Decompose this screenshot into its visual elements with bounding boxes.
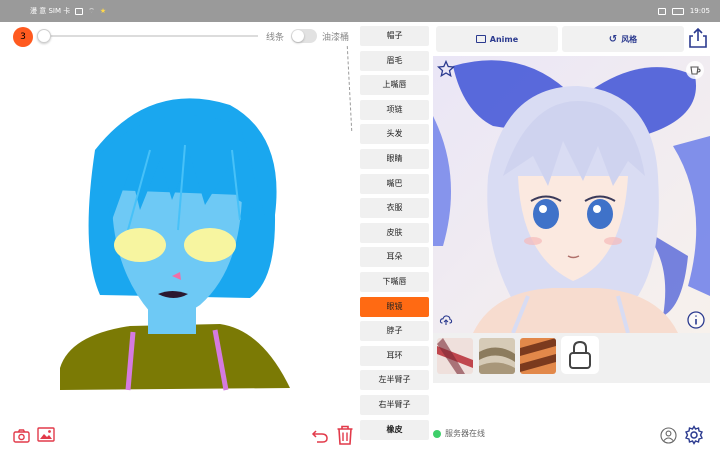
anime-result-image <box>433 56 710 333</box>
lock-icon <box>569 340 591 369</box>
style-button-label: 风格 <box>621 34 638 44</box>
notification-icon: ★ <box>99 7 107 15</box>
image-icon <box>37 427 55 442</box>
part-item-hat[interactable]: 帽子 <box>360 26 429 46</box>
share-button[interactable] <box>687 27 709 49</box>
vibrate-icon <box>657 7 666 15</box>
star-icon <box>436 59 456 78</box>
brush-size-button[interactable]: 3 <box>13 27 33 47</box>
part-item-upper-lip[interactable]: 上嘴唇 <box>360 75 429 96</box>
line-mode-label: 线条 <box>266 33 285 43</box>
share-icon <box>689 27 707 48</box>
bucket-mode-label: 油漆桶 <box>322 33 350 43</box>
anime-button[interactable]: Anime <box>436 26 558 52</box>
line-bucket-toggle[interactable] <box>291 29 317 43</box>
sim-icon <box>75 7 84 15</box>
upload-button[interactable] <box>439 312 453 326</box>
sketch-drawing <box>60 98 290 391</box>
trash-icon <box>337 425 353 445</box>
style-thumbnail-2[interactable] <box>479 338 515 374</box>
undo-icon <box>311 430 328 443</box>
part-item-eyebrows[interactable]: 眉毛 <box>360 50 429 71</box>
camera-icon <box>13 429 30 443</box>
refresh-icon: ↺ <box>608 33 618 45</box>
server-status-text: 服务器在线 <box>445 429 485 438</box>
undo-button[interactable] <box>311 426 329 448</box>
cup-icon <box>690 66 701 75</box>
part-item-necklace[interactable]: 项链 <box>360 99 429 120</box>
status-carrier-text: 漫 意 SIM 卡 <box>30 7 71 15</box>
anime-button-label: Anime <box>489 34 519 44</box>
background-toggle-button[interactable] <box>686 61 704 79</box>
part-item-eraser[interactable]: 橡皮 <box>360 419 429 440</box>
cloud-upload-icon <box>439 315 453 325</box>
wifi-icon: ⌔ <box>88 6 95 15</box>
status-bar: 漫 意 SIM 卡 ⌔ ★ 19:05 <box>0 0 720 22</box>
mail-icon <box>475 35 486 43</box>
part-item-glasses[interactable]: 眼镜 <box>360 296 429 317</box>
style-thumbnail-3[interactable] <box>520 338 556 374</box>
info-button[interactable] <box>686 310 706 330</box>
server-status: 服务器在线 <box>433 428 485 439</box>
anime-portrait <box>433 56 710 333</box>
part-item-mouth[interactable]: 嘴巴 <box>360 173 429 194</box>
part-item-earrings[interactable]: 耳环 <box>360 345 429 366</box>
battery-icon <box>671 7 684 15</box>
locked-style-slot[interactable] <box>561 336 599 374</box>
gallery-button[interactable] <box>37 427 55 446</box>
part-item-left-arm[interactable]: 左半臂子 <box>360 370 429 391</box>
brush-size-slider-track[interactable] <box>40 35 258 37</box>
user-account-button[interactable] <box>660 427 677 448</box>
status-time: 19:05 <box>689 7 710 15</box>
glasses-right-lens <box>184 228 236 262</box>
part-item-hair[interactable]: 头发 <box>360 124 429 145</box>
glasses-left-lens <box>114 228 166 262</box>
part-item-ears[interactable]: 耳朵 <box>360 247 429 268</box>
part-item-clothes[interactable]: 衣服 <box>360 198 429 219</box>
user-icon <box>660 427 677 444</box>
delete-button[interactable] <box>336 425 354 449</box>
drawing-canvas[interactable] <box>0 50 356 420</box>
brush-size-slider-handle[interactable] <box>37 29 51 43</box>
server-online-indicator <box>433 429 441 438</box>
style-preview-image <box>479 338 515 374</box>
part-selector-list: 帽子 眉毛 上嘴唇 项链 头发 眼睛 嘴巴 衣服 皮肤 耳朵 下嘴唇 眼镜 脖子… <box>360 26 429 444</box>
style-button[interactable]: ↺ 风格 <box>562 26 684 52</box>
part-item-eyes[interactable]: 眼睛 <box>360 148 429 169</box>
favorite-star-button[interactable] <box>436 59 456 78</box>
settings-button[interactable] <box>684 425 704 449</box>
part-item-skin[interactable]: 皮肤 <box>360 222 429 243</box>
camera-button[interactable] <box>13 428 30 447</box>
style-preview-image <box>520 338 556 374</box>
style-thumbnail-1[interactable] <box>437 338 473 374</box>
part-item-lower-lip[interactable]: 下嘴唇 <box>360 271 429 292</box>
info-icon <box>687 311 705 329</box>
style-preview-image <box>437 338 473 374</box>
part-item-right-arm[interactable]: 右半臂子 <box>360 394 429 415</box>
part-item-neck[interactable]: 脖子 <box>360 321 429 342</box>
gear-icon <box>685 425 703 445</box>
